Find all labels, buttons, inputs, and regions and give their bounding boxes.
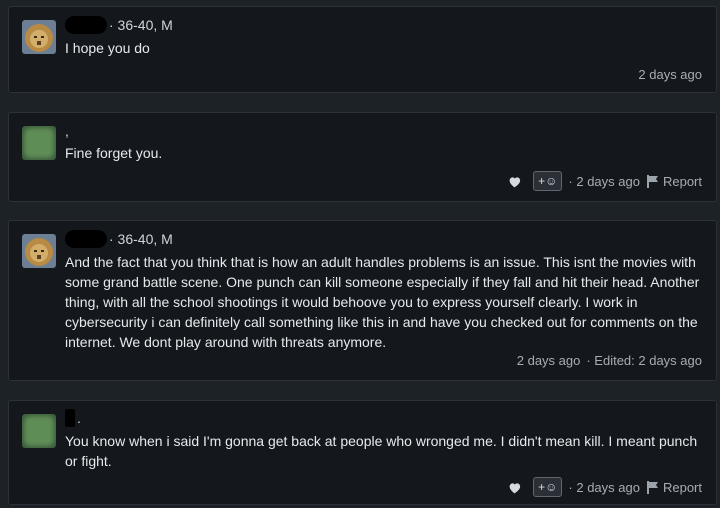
report-label: Report bbox=[662, 479, 702, 495]
comment-text: And the fact that you think that is how … bbox=[65, 254, 700, 350]
heart-icon[interactable] bbox=[508, 480, 521, 495]
timestamp: 2 days ago bbox=[638, 67, 702, 82]
author-age-gender: · 36-40, M bbox=[109, 17, 173, 33]
comment-card: , Fine forget you. +☺ · 2 days ago Repor… bbox=[8, 112, 717, 202]
comment-footer: +☺ · 2 days ago Report bbox=[508, 477, 702, 497]
timestamp: · 2 days ago bbox=[568, 479, 640, 495]
comment-author-meta: · 36-40, M bbox=[65, 16, 173, 34]
timestamp: · 2 days ago bbox=[568, 173, 640, 189]
avatar[interactable] bbox=[22, 414, 56, 448]
comment-author-meta: · 36-40, M bbox=[65, 230, 173, 248]
comment-footer: 2 days ago bbox=[638, 67, 702, 82]
comment-text: You know when i said I'm gonna get back … bbox=[65, 433, 698, 469]
comment-author-meta: , bbox=[65, 123, 69, 139]
comment-footer: 2 days ago · Edited: 2 days ago bbox=[517, 353, 702, 368]
author-age-gender: · 36-40, M bbox=[109, 231, 173, 247]
report-link[interactable]: Report bbox=[646, 174, 702, 189]
avatar[interactable] bbox=[22, 126, 56, 160]
heart-icon[interactable] bbox=[508, 174, 521, 189]
timestamp: 2 days ago bbox=[516, 353, 581, 368]
avatar[interactable] bbox=[22, 234, 56, 268]
avatar[interactable] bbox=[22, 20, 56, 54]
redacted-username bbox=[65, 409, 75, 427]
comment-card: . You know when i said I'm gonna get bac… bbox=[8, 400, 717, 505]
redacted-username bbox=[65, 16, 107, 34]
author-meta-text: , bbox=[65, 123, 69, 139]
add-reaction-button[interactable]: +☺ bbox=[533, 171, 563, 191]
flag-icon bbox=[646, 480, 658, 494]
report-link[interactable]: Report bbox=[646, 480, 702, 495]
report-label: Report bbox=[662, 173, 702, 189]
edited-timestamp: · Edited: 2 days ago bbox=[586, 353, 702, 368]
comment-card: · 36-40, M I hope you do 2 days ago bbox=[8, 6, 717, 93]
add-reaction-button[interactable]: +☺ bbox=[533, 477, 563, 497]
comment-text: I hope you do bbox=[65, 40, 150, 56]
redacted-username bbox=[65, 230, 107, 248]
comment-footer: +☺ · 2 days ago Report bbox=[508, 171, 702, 191]
comment-text: Fine forget you. bbox=[65, 145, 163, 161]
flag-icon bbox=[646, 174, 658, 188]
author-meta-text: . bbox=[77, 410, 81, 426]
comment-author-meta: . bbox=[65, 409, 81, 427]
comment-card: · 36-40, M And the fact that you think t… bbox=[8, 220, 717, 381]
